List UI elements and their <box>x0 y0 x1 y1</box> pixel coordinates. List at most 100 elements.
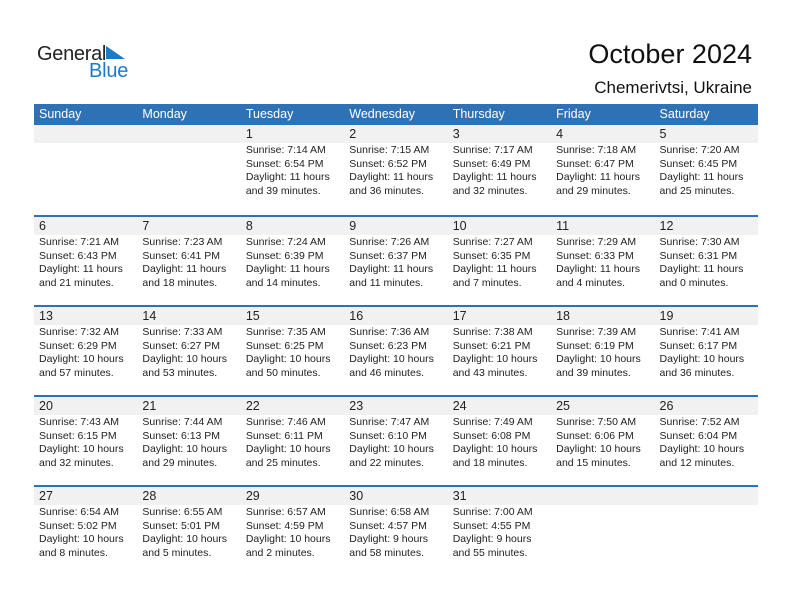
day-info: Sunrise: 7:20 AM Sunset: 6:45 PM Daylight:… <box>655 143 758 198</box>
sunrise-text: Sunrise: 7:24 AM <box>245 236 326 248</box>
day-info: Sunrise: 7:41 AM Sunset: 6:17 PM Daylight:… <box>655 325 758 380</box>
logo-triangle-icon <box>106 46 125 59</box>
daylight-text: Daylight: 11 hours <box>245 263 330 276</box>
day-cell: 14 Sunrise: 7:33 AM Sunset: 6:27 PM Dayligh… <box>137 307 241 395</box>
day-cell: 29 Sunrise: 6:57 AM Sunset: 4:59 PM Dayligh… <box>240 487 345 575</box>
day-number: 2 <box>344 125 448 143</box>
sunset-text: Sunset: 6:08 PM <box>452 429 531 442</box>
day-number <box>654 487 758 505</box>
daylight-minutes-text: and 22 minutes. <box>349 456 424 469</box>
daylight-minutes-text: and 43 minutes. <box>452 366 528 379</box>
day-number: 1 <box>240 125 345 143</box>
sunrise-text: Sunrise: 7:44 AM <box>142 416 223 428</box>
daylight-minutes-text: and 8 minutes. <box>39 546 108 559</box>
day-number: 20 <box>34 397 138 415</box>
daylight-minutes-text: and 32 minutes. <box>39 456 114 469</box>
daylight-text: Daylight: 10 hours <box>452 443 538 456</box>
day-info: Sunrise: 7:29 AM Sunset: 6:33 PM Daylight:… <box>551 235 654 290</box>
daylight-text: Daylight: 11 hours <box>659 263 744 276</box>
day-cell: 8 Sunrise: 7:24 AM Sunset: 6:39 PM Daylight… <box>240 217 345 305</box>
daylight-text: Daylight: 10 hours <box>659 353 745 366</box>
day-cell: 1 Sunrise: 7:14 AM Sunset: 6:54 PM Daylight… <box>240 125 345 215</box>
daylight-text: Daylight: 10 hours <box>142 443 228 456</box>
daylight-minutes-text: and 0 minutes. <box>659 276 729 289</box>
day-number: 30 <box>344 487 448 505</box>
day-info: Sunrise: 7:43 AM Sunset: 6:15 PM Daylight:… <box>34 415 137 470</box>
sunrise-text: Sunrise: 7:33 AM <box>142 326 223 338</box>
sunset-text: Sunset: 6:31 PM <box>659 249 738 262</box>
day-number: 5 <box>654 125 758 143</box>
day-number: 28 <box>137 487 241 505</box>
sunrise-text: Sunrise: 7:36 AM <box>349 326 430 338</box>
day-cell: 3 Sunrise: 7:17 AM Sunset: 6:49 PM Daylight… <box>447 125 552 215</box>
logo-word-blue: Blue <box>89 60 129 82</box>
sunrise-text: Sunrise: 7:17 AM <box>452 144 533 156</box>
daylight-minutes-text: and 50 minutes. <box>245 366 321 379</box>
daylight-minutes-text: and 32 minutes. <box>452 184 528 197</box>
daylight-text: Daylight: 10 hours <box>39 443 124 456</box>
weekday-header: Tuesday <box>245 107 294 121</box>
daylight-minutes-text: and 29 minutes. <box>142 456 218 469</box>
day-number: 9 <box>344 217 448 235</box>
daylight-text: Daylight: 10 hours <box>245 443 331 456</box>
day-number: 22 <box>240 397 345 415</box>
day-number: 23 <box>344 397 448 415</box>
sunrise-text: Sunrise: 7:50 AM <box>556 416 637 428</box>
day-cell: 7 Sunrise: 7:23 AM Sunset: 6:41 PM Daylight… <box>137 217 241 305</box>
sunset-text: Sunset: 6:17 PM <box>659 339 738 352</box>
day-cell: 2 Sunrise: 7:15 AM Sunset: 6:52 PM Daylight… <box>344 125 448 215</box>
sunset-text: Sunset: 6:35 PM <box>452 249 531 262</box>
daylight-minutes-text: and 18 minutes. <box>142 276 218 289</box>
day-info: Sunrise: 7:46 AM Sunset: 6:11 PM Daylight:… <box>241 415 344 470</box>
day-info: Sunrise: 7:30 AM Sunset: 6:31 PM Daylight:… <box>655 235 758 290</box>
day-info: Sunrise: 6:57 AM Sunset: 4:59 PM Daylight:… <box>241 505 344 560</box>
daylight-minutes-text: and 2 minutes. <box>245 546 315 559</box>
sunset-text: Sunset: 6:11 PM <box>245 429 323 442</box>
daylight-text: Daylight: 10 hours <box>349 353 434 366</box>
daylight-minutes-text: and 21 minutes. <box>39 276 114 289</box>
daylight-minutes-text: and 57 minutes. <box>39 366 114 379</box>
sunrise-text: Sunrise: 7:32 AM <box>39 326 119 338</box>
sunset-text: Sunset: 6:39 PM <box>245 249 324 262</box>
sunset-text: Sunset: 6:54 PM <box>245 157 324 170</box>
daylight-text: Daylight: 9 hours <box>349 533 429 546</box>
sunset-text: Sunset: 6:27 PM <box>142 339 221 352</box>
week-row: 20 Sunrise: 7:43 AM Sunset: 6:15 PM Dayligh… <box>34 395 758 485</box>
sunset-text: Sunset: 6:15 PM <box>39 429 117 442</box>
sunrise-text: Sunrise: 6:54 AM <box>39 506 119 518</box>
daylight-text: Daylight: 11 hours <box>659 171 744 184</box>
day-number: 21 <box>137 397 241 415</box>
sunrise-text: Sunrise: 7:41 AM <box>659 326 740 338</box>
weekday-header: Saturday <box>659 107 710 121</box>
day-info: Sunrise: 7:18 AM Sunset: 6:47 PM Daylight:… <box>551 143 654 198</box>
day-cell: 17 Sunrise: 7:38 AM Sunset: 6:21 PM Dayligh… <box>447 307 552 395</box>
sunset-text: Sunset: 6:23 PM <box>349 339 427 352</box>
daylight-text: Daylight: 10 hours <box>142 353 228 366</box>
sunset-text: Sunset: 4:57 PM <box>349 519 427 532</box>
day-cell: 16 Sunrise: 7:36 AM Sunset: 6:23 PM Dayligh… <box>344 307 448 395</box>
day-info: Sunrise: 7:33 AM Sunset: 6:27 PM Daylight:… <box>137 325 240 380</box>
daylight-text: Daylight: 10 hours <box>39 533 124 546</box>
day-cell: 31 Sunrise: 7:00 AM Sunset: 4:55 PM Dayligh… <box>447 487 552 575</box>
sunrise-text: Sunrise: 7:52 AM <box>659 416 740 428</box>
day-number: 26 <box>654 397 758 415</box>
daylight-text: Daylight: 10 hours <box>556 353 641 366</box>
week-row: 27 Sunrise: 6:54 AM Sunset: 5:02 PM Dayligh… <box>34 485 758 575</box>
weekday-header: Monday <box>142 107 187 121</box>
daylight-text: Daylight: 11 hours <box>452 263 537 276</box>
daylight-minutes-text: and 5 minutes. <box>142 546 212 559</box>
day-info: Sunrise: 7:52 AM Sunset: 6:04 PM Daylight:… <box>655 415 758 470</box>
daylight-minutes-text: and 15 minutes. <box>556 456 631 469</box>
sunset-text: Sunset: 6:25 PM <box>245 339 324 352</box>
day-cell: 9 Sunrise: 7:26 AM Sunset: 6:37 PM Daylight… <box>344 217 448 305</box>
daylight-text: Daylight: 10 hours <box>452 353 538 366</box>
day-number: 17 <box>447 307 552 325</box>
sunrise-text: Sunrise: 7:39 AM <box>556 326 637 338</box>
sunrise-text: Sunrise: 7:30 AM <box>659 236 740 248</box>
day-number: 18 <box>551 307 655 325</box>
day-info: Sunrise: 7:38 AM Sunset: 6:21 PM Daylight:… <box>448 325 551 380</box>
page-title: October 2024 <box>588 39 752 69</box>
day-cell: 18 Sunrise: 7:39 AM Sunset: 6:19 PM Dayligh… <box>551 307 655 395</box>
day-number: 10 <box>447 217 552 235</box>
day-cell: 26 Sunrise: 7:52 AM Sunset: 6:04 PM Dayligh… <box>654 397 758 485</box>
